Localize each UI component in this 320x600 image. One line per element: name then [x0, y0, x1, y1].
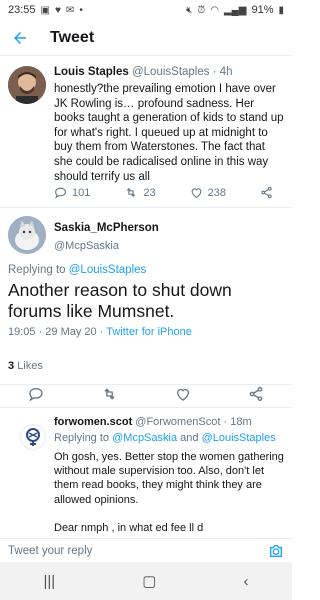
- likes-count: 3: [8, 360, 15, 372]
- replying-prefix: Replying to: [8, 264, 66, 276]
- tweet-actions: 101 23 238: [54, 186, 274, 199]
- back-button[interactable]: [0, 20, 40, 56]
- avatar[interactable]: [20, 424, 46, 450]
- next-tweet-partial-text: Dear nmph , in what ed fee ll d: [54, 522, 204, 534]
- home-icon[interactable]: ▢: [142, 572, 156, 590]
- app-bar: Tweet: [0, 20, 292, 56]
- likes-label: Likes: [17, 360, 43, 372]
- share-button[interactable]: [260, 186, 273, 199]
- share-icon: [249, 387, 262, 401]
- replying-to: Replying to @McpSaskia and @LouisStaples: [54, 432, 276, 444]
- like-count: 238: [207, 186, 226, 199]
- page-title: Tweet: [50, 28, 95, 46]
- reply-icon: [29, 387, 44, 402]
- retweet-button[interactable]: 23: [124, 186, 156, 199]
- replying-to-link[interactable]: @LouisStaples: [69, 264, 147, 276]
- share-icon: [261, 186, 272, 199]
- tweet-text: Oh gosh, yes. Better stop the women gath…: [54, 451, 284, 506]
- author-handle[interactable]: @ForwomenScot: [135, 416, 220, 428]
- author-name[interactable]: Louis Staples: [54, 66, 129, 78]
- replying-prefix: Replying to: [54, 432, 110, 444]
- share-button[interactable]: [248, 386, 264, 407]
- tweet-text: honestly?the prevailing emotion I have o…: [54, 83, 284, 183]
- replying-to: Replying to @LouisStaples: [8, 264, 146, 276]
- retweet-icon: [104, 388, 115, 400]
- back-nav-icon[interactable]: ‹: [243, 573, 248, 590]
- heart-notification-icon: ♥: [54, 4, 61, 16]
- reply-input[interactable]: Tweet your reply: [8, 545, 92, 557]
- dot-notification-icon: •: [79, 4, 83, 16]
- focused-tweet: Saskia_McPherson @McpSaskia Replying to …: [0, 208, 292, 408]
- header-separator: ·: [212, 66, 217, 78]
- avatar-image: [8, 216, 46, 254]
- like-button[interactable]: 238: [190, 186, 226, 199]
- replying-and: and: [180, 432, 199, 444]
- recents-icon[interactable]: |||: [44, 573, 56, 590]
- reply-button[interactable]: [28, 386, 44, 407]
- system-nav-bar: ||| ▢ ‹: [0, 562, 292, 600]
- status-time: 23:55: [8, 4, 36, 16]
- author-name[interactable]: forwomen.scot: [54, 416, 132, 428]
- avatar[interactable]: [8, 216, 46, 254]
- signal-icon: ▂▄▆: [223, 4, 247, 16]
- reply-count: 101: [72, 186, 91, 199]
- wifi-icon: ◠: [210, 4, 219, 16]
- like-button[interactable]: [175, 386, 191, 407]
- avatar[interactable]: [8, 66, 46, 104]
- retweet-count: 23: [143, 186, 156, 199]
- avatar-image: [8, 66, 46, 104]
- status-left: 23:55 ▣ ♥ ✉ •: [8, 4, 83, 16]
- replying-to-link[interactable]: @LouisStaples: [202, 432, 276, 444]
- tweet-age: 4h: [219, 66, 233, 78]
- reply-icon: [55, 187, 66, 199]
- author-handle[interactable]: @McpSaskia: [54, 240, 119, 252]
- author-handle[interactable]: @LouisStaples: [132, 66, 210, 78]
- reply-composer[interactable]: Tweet your reply: [0, 538, 292, 562]
- author-name[interactable]: Saskia_McPherson: [54, 222, 159, 234]
- heart-icon: [191, 188, 201, 199]
- reply-tweet[interactable]: forwomen.scot @ForwomenScot · 18m Replyi…: [0, 410, 292, 538]
- header-separator: ·: [223, 416, 228, 428]
- battery-icon: ▮: [278, 4, 284, 16]
- alarm-icon: ⏰︎: [197, 4, 206, 16]
- retweet-icon: [127, 187, 136, 198]
- gallery-notification-icon: ▣: [40, 4, 50, 16]
- retweet-button[interactable]: [101, 386, 118, 407]
- status-bar: 23:55 ▣ ♥ ✉ • 🔇︎ ⏰︎ ◠ ▂▄▆ 91% ▮: [0, 0, 292, 20]
- tweet-timestamp: 19:05 · 29 May 20: [8, 326, 97, 338]
- status-right: 🔇︎ ⏰︎ ◠ ▂▄▆ 91% ▮: [186, 4, 284, 16]
- mail-notification-icon: ✉: [65, 4, 75, 16]
- battery-percent: 91%: [251, 4, 274, 16]
- tweet-header: forwomen.scot @ForwomenScot · 18m: [54, 416, 252, 428]
- back-arrow-icon: [14, 31, 26, 44]
- tweet-header: Louis Staples @LouisStaples · 4h: [54, 66, 233, 78]
- parent-tweet[interactable]: Louis Staples @LouisStaples · 4h honestl…: [0, 60, 292, 208]
- tweet-actions: [0, 384, 292, 408]
- tweet-meta: 19:05 · 29 May 20 · Twitter for iPhone: [8, 326, 192, 338]
- heart-icon: [176, 388, 189, 401]
- camera-icon[interactable]: [268, 543, 284, 559]
- tweet-text: Another reason to shut down forums like …: [8, 280, 232, 321]
- meta-separator: ·: [96, 326, 107, 338]
- tweet-source-link[interactable]: Twitter for iPhone: [106, 326, 192, 338]
- likes-summary[interactable]: 3 Likes: [8, 360, 43, 372]
- forwomen-logo-icon: [26, 428, 40, 446]
- reply-button[interactable]: 101: [54, 186, 90, 199]
- replying-to-link[interactable]: @McpSaskia: [112, 432, 177, 444]
- mute-icon: 🔇︎: [186, 4, 193, 16]
- tweet-age: 18m: [230, 416, 252, 428]
